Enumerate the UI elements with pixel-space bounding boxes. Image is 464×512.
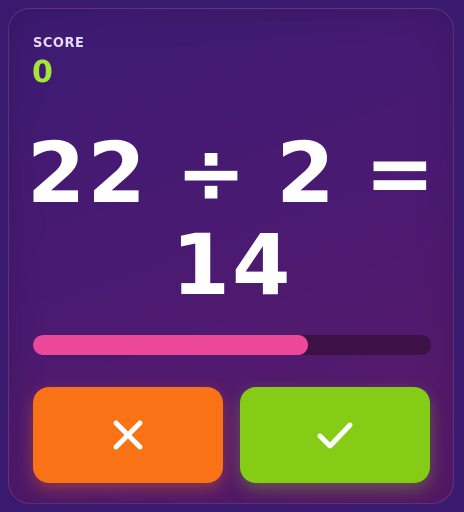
- operator: ÷: [175, 124, 249, 222]
- wrong-answer-button[interactable]: [33, 387, 223, 483]
- operand-b: 2: [276, 124, 337, 222]
- equation: 22 ÷ 2 = 14: [9, 124, 453, 314]
- timer-progress-bar: [33, 335, 431, 355]
- operand-a: 22: [26, 124, 148, 222]
- correct-answer-button[interactable]: [240, 387, 430, 483]
- check-icon: [315, 417, 355, 453]
- equation-expression: 22 ÷ 2 =: [9, 124, 453, 222]
- proposed-answer: 14: [171, 216, 293, 314]
- game-card: SCORE 0 22 ÷ 2 = 14: [8, 8, 454, 504]
- score-label: SCORE: [33, 36, 85, 51]
- equals-sign: =: [364, 124, 438, 222]
- score-value: 0: [32, 55, 53, 90]
- close-icon: [110, 417, 146, 453]
- timer-progress-fill: [33, 335, 308, 355]
